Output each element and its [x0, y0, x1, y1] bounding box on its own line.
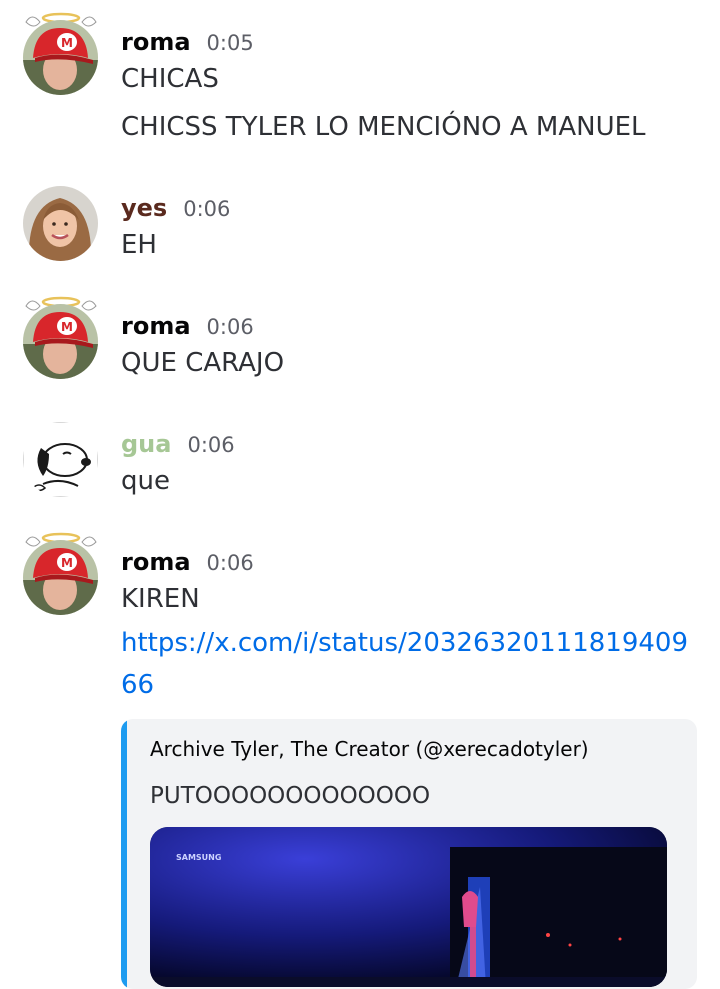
message-text: KIREN	[121, 584, 200, 614]
embed-accent-bar	[121, 719, 127, 989]
message-text: CHICAS	[121, 64, 219, 94]
snoopy-avatar[interactable]	[23, 422, 98, 497]
message-author[interactable]: roma	[121, 312, 191, 340]
message-timestamp: 0:06	[187, 433, 235, 457]
message-text: EH	[121, 230, 157, 260]
svg-text:M: M	[61, 556, 73, 570]
message-timestamp: 0:06	[206, 551, 254, 575]
message-timestamp: 0:06	[206, 315, 254, 339]
message-author[interactable]: roma	[121, 28, 191, 56]
message-text: CHICSS TYLER LO MENCIÓNO A MANUEL	[121, 112, 646, 142]
message-text: que	[121, 466, 170, 496]
mario-avatar[interactable]: M	[23, 540, 98, 615]
status-link[interactable]: https://x.com/i/status/20326320111819409…	[121, 622, 696, 706]
message-timestamp: 0:05	[206, 31, 254, 55]
message-author[interactable]: gua	[121, 430, 171, 458]
svg-text:M: M	[61, 320, 73, 334]
message-timestamp: 0:06	[183, 197, 231, 221]
message-author[interactable]: roma	[121, 548, 191, 576]
embed-image[interactable]: SAMSUNG	[150, 827, 667, 987]
girl-avatar[interactable]	[23, 186, 98, 261]
embed-image-text: SAMSUNG	[176, 853, 221, 862]
mario-avatar[interactable]: M	[23, 20, 98, 95]
link-embed[interactable]: Archive Tyler, The Creator (@xerecadotyl…	[121, 719, 697, 989]
message-author[interactable]: yes	[121, 194, 167, 222]
svg-text:M: M	[61, 36, 73, 50]
embed-author[interactable]: Archive Tyler, The Creator (@xerecadotyl…	[150, 737, 589, 761]
message-text: QUE CARAJO	[121, 348, 285, 378]
embed-description: PUTOOOOOOOOOOOOO	[150, 783, 431, 809]
mario-avatar[interactable]: M	[23, 304, 98, 379]
